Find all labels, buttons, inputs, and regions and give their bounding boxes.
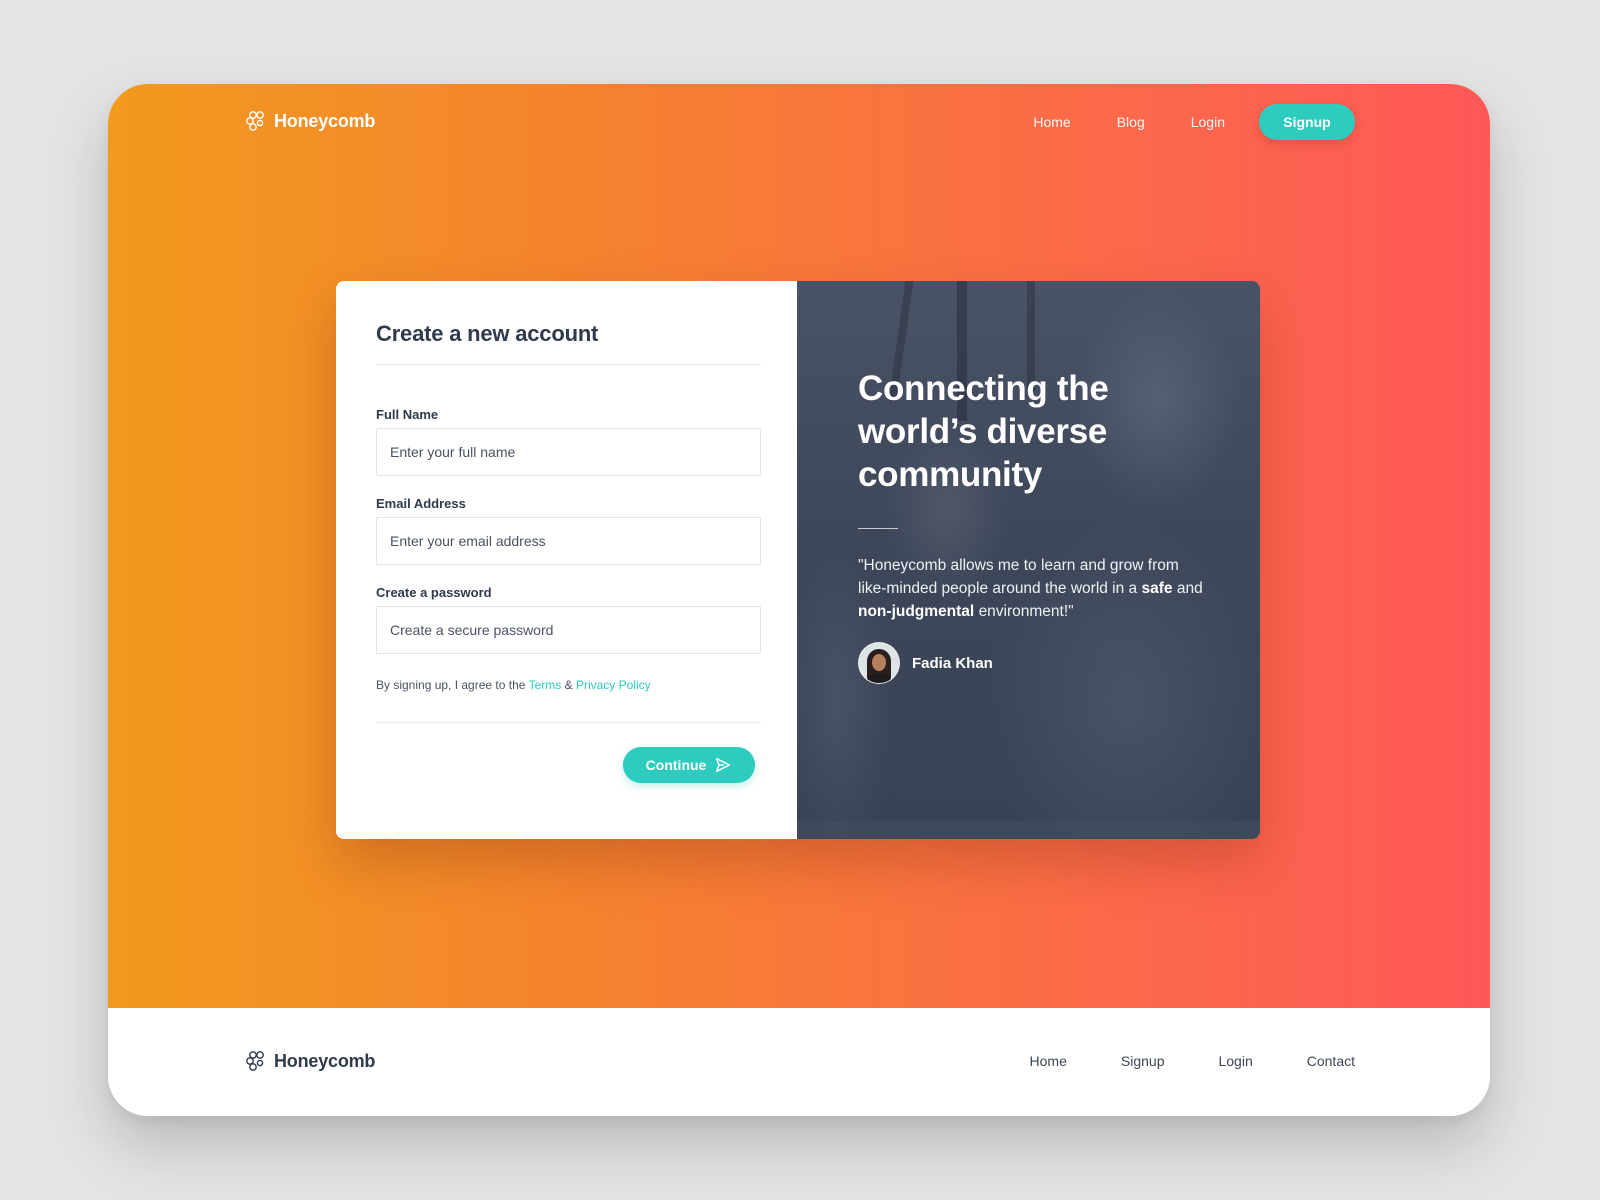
email-label: Email Address bbox=[376, 496, 466, 511]
testimonial-headline: Connecting the world’s diverse community bbox=[858, 369, 1109, 494]
header-nav: Home Blog Login Signup bbox=[1033, 104, 1355, 140]
headline-rule bbox=[858, 528, 898, 529]
terms-prefix: By signing up, I agree to the bbox=[376, 678, 526, 692]
privacy-policy-link[interactable]: Privacy Policy bbox=[576, 678, 651, 692]
nav-blog[interactable]: Blog bbox=[1117, 114, 1145, 130]
send-icon bbox=[716, 757, 731, 773]
full-name-label: Full Name bbox=[376, 407, 439, 422]
password-label: Create a password bbox=[376, 585, 492, 600]
testimonial-author: Fadia Khan bbox=[858, 642, 993, 684]
signup-form: Create a new account Full Name Email Add… bbox=[336, 281, 797, 839]
quote-emphasis: safe bbox=[1141, 580, 1173, 597]
header-logo[interactable]: Honeycomb bbox=[244, 109, 375, 133]
brand-name: Honeycomb bbox=[274, 110, 376, 131]
nav-login[interactable]: Login bbox=[1191, 114, 1225, 130]
title-divider bbox=[376, 364, 761, 365]
footer-link-login[interactable]: Login bbox=[1218, 1053, 1252, 1069]
email-input[interactable] bbox=[376, 517, 761, 565]
footer-nav: Home Signup Login Contact bbox=[976, 1053, 1355, 1069]
hero-section: Honeycomb Home Blog Login Signup Create … bbox=[108, 84, 1490, 1008]
top-navigation: Honeycomb Home Blog Login Signup bbox=[108, 84, 1490, 164]
author-avatar bbox=[858, 642, 900, 684]
brand-name: Honeycomb bbox=[274, 1050, 376, 1071]
terms-notice: By signing up, I agree to the Terms & Pr… bbox=[376, 678, 651, 692]
full-name-input[interactable] bbox=[376, 428, 761, 476]
signup-button[interactable]: Signup bbox=[1259, 104, 1355, 140]
honeycomb-logo-icon bbox=[246, 111, 264, 131]
continue-label: Continue bbox=[645, 757, 707, 773]
author-name: Fadia Khan bbox=[912, 654, 993, 672]
continue-button[interactable]: Continue bbox=[623, 747, 755, 783]
terms-link[interactable]: Terms bbox=[529, 678, 562, 692]
footer-divider bbox=[376, 722, 761, 723]
page-frame: Honeycomb Home Blog Login Signup Create … bbox=[108, 84, 1490, 1116]
testimonial-panel: Connecting the world’s diverse community… bbox=[797, 281, 1260, 839]
quote-text: and bbox=[1176, 580, 1203, 597]
signup-card: Create a new account Full Name Email Add… bbox=[336, 281, 1260, 839]
password-input[interactable] bbox=[376, 606, 761, 654]
form-title: Create a new account bbox=[376, 321, 599, 346]
terms-ampersand: & bbox=[564, 678, 573, 692]
honeycomb-logo-icon bbox=[246, 1051, 264, 1071]
footer-logo[interactable]: Honeycomb bbox=[244, 1049, 375, 1073]
quote-text: "Honeycomb allows me to learn and grow f… bbox=[858, 557, 1179, 597]
nav-home[interactable]: Home bbox=[1033, 114, 1070, 130]
quote-text: environment!" bbox=[978, 603, 1074, 620]
page-footer: Honeycomb Home Signup Login Contact bbox=[108, 1008, 1490, 1116]
footer-link-home[interactable]: Home bbox=[1030, 1053, 1067, 1069]
quote-emphasis: non-judgmental bbox=[858, 603, 975, 620]
footer-link-contact[interactable]: Contact bbox=[1307, 1053, 1355, 1069]
testimonial-quote: "Honeycomb allows me to learn and grow f… bbox=[858, 554, 1208, 623]
footer-link-signup[interactable]: Signup bbox=[1121, 1053, 1165, 1069]
background-photo-detail bbox=[797, 821, 1260, 839]
